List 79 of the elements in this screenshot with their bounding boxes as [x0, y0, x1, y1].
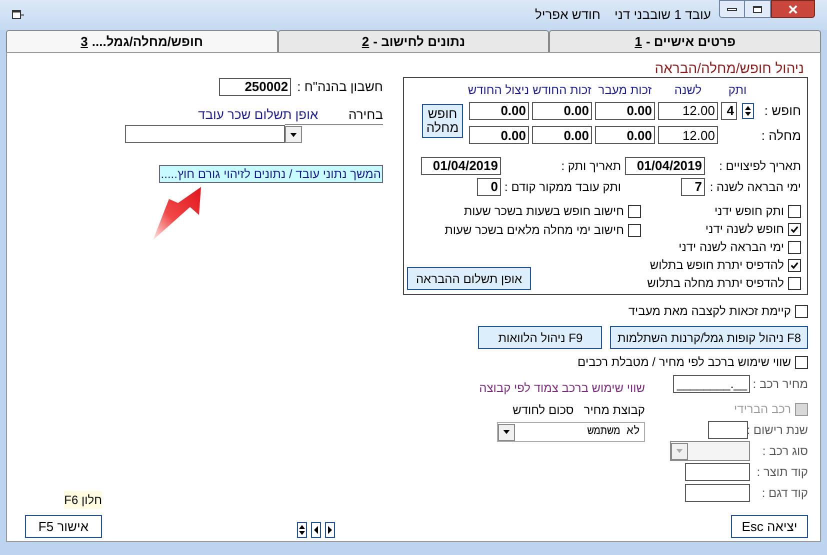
input-field[interactable]: 01/04/2019 [421, 157, 501, 175]
input-field[interactable]: 0.00 [532, 126, 592, 144]
column-header: ותק [727, 84, 748, 96]
field-label: חשבון בהנה"ח : [297, 78, 383, 96]
row-label: חופש : [763, 102, 801, 120]
column-header: ניצול החודש [469, 84, 529, 96]
row-label: מחלה : [760, 126, 801, 144]
input-field[interactable]: ________.__ [673, 375, 750, 393]
checkbox-label: שווי שימוש ברכב לפי מחיר / מטבלת רכבים [578, 354, 791, 371]
close-button[interactable] [771, 0, 815, 18]
field-label: תאריך לפיצויים : [719, 158, 801, 175]
checkbox-label: ימי הבראה לשנה ידני [678, 239, 784, 256]
checkbox[interactable] [795, 356, 808, 368]
column-header: סכום לחודש [512, 402, 574, 419]
price-group-combobox[interactable]: לא משתמש [497, 422, 645, 442]
checkbox[interactable] [788, 240, 801, 254]
shortcut-label: חלון F6 [64, 491, 102, 509]
section-title: ניהול חופש/מחלה/הבראה [654, 59, 805, 77]
sick-leave-button[interactable]: חופש מחלה [422, 104, 463, 138]
column-header: זכות מעבר [597, 84, 653, 96]
checkbox-label: קיימת זכאות לקצבה מאת מעביד [628, 303, 791, 320]
window-title: עובד 1 שובבני דני [614, 6, 711, 24]
exit-button[interactable]: יציאה Esc [731, 515, 808, 538]
checkbox[interactable] [788, 204, 801, 218]
input-field[interactable]: 250002 [219, 78, 292, 96]
field-label: בחירה [348, 106, 383, 124]
input-field[interactable] [685, 484, 750, 502]
checkbox-label: ותק חופש ידני [714, 203, 784, 220]
field-label: ימי הבראה לשנה : [710, 179, 801, 196]
field-label: שנת רישום : [750, 422, 808, 439]
input-field[interactable] [708, 421, 748, 439]
field-label: סוג רכב : [761, 443, 808, 460]
checkbox-label: חופש לשנה ידני [705, 221, 784, 238]
column-header: זכות החודש [532, 84, 592, 96]
checkbox-label: חישוב חופש בשעות בשכר שעות [464, 203, 624, 220]
action-button[interactable]: F8 ניהול קופות גמל/קרנות השתלמות [610, 326, 808, 349]
input-field[interactable]: 7 [681, 178, 705, 196]
field-label: תאריך ותק : [561, 158, 621, 175]
spinner-icon[interactable] [742, 102, 754, 119]
checkbox[interactable] [795, 304, 808, 318]
field-label: ותק עובד ממקור קודם : [504, 179, 621, 196]
input-field[interactable]: 0.00 [595, 102, 655, 120]
column-header: קבוצת מחיר [584, 402, 645, 419]
up-down-icon[interactable] [297, 522, 307, 538]
close-icon[interactable] [788, 4, 798, 14]
continue-link[interactable]: המשך נתוני עובד / נתונים לזיהוי גורם חוץ..... [158, 165, 383, 183]
minimize-button[interactable] [719, 0, 745, 18]
ok-button[interactable]: אישור F5 [25, 515, 102, 538]
input-field[interactable]: 4 [721, 102, 737, 120]
input-field[interactable]: 0 [477, 178, 501, 196]
column-header: לשנה [673, 84, 703, 96]
checkbox[interactable] [628, 204, 641, 218]
window-title: חודש אפריל [534, 6, 600, 24]
checkbox-label: להדפיס יתרת מחלה בתלוש [647, 275, 784, 292]
checkbox[interactable] [788, 276, 801, 290]
maximize-button[interactable] [745, 0, 771, 18]
action-button[interactable]: F9 ניהול הלוואות [478, 326, 602, 349]
checkbox-label: חישוב ימי מחלה מלאים בשכר שעות [444, 222, 624, 239]
checkbox[interactable] [628, 224, 641, 236]
app-icon[interactable] [12, 10, 24, 20]
checkbox-label: רכב הברידי [734, 401, 791, 418]
input-field[interactable] [685, 463, 750, 481]
checkbox[interactable] [788, 258, 801, 272]
field-label: אופן תשלום שכר עובד [198, 106, 318, 124]
input-field[interactable]: 12.00 [658, 102, 718, 120]
checkbox[interactable] [788, 222, 801, 236]
input-field[interactable]: 0.00 [595, 126, 655, 144]
field-label: קוד תוצר : [756, 464, 808, 481]
field-label: קוד דגם : [760, 485, 808, 502]
field-label: מחיר רכב : [752, 376, 808, 393]
input-field[interactable] [125, 125, 285, 143]
group-title: שווי שימוש ברכב צמוד לפי קבוצה [479, 380, 645, 397]
input-field[interactable]: 0.00 [469, 126, 529, 144]
input-field[interactable]: 12.00 [658, 126, 718, 144]
recuperation-payment-button[interactable]: אופן תשלום ההבראה [407, 267, 531, 290]
checkbox-label: להדפיס יתרת חופש בתלוש [650, 257, 784, 274]
input-field[interactable]: 0.00 [469, 102, 529, 120]
input-field[interactable]: 01/04/2019 [625, 157, 705, 175]
input-field[interactable]: 0.00 [532, 102, 592, 120]
